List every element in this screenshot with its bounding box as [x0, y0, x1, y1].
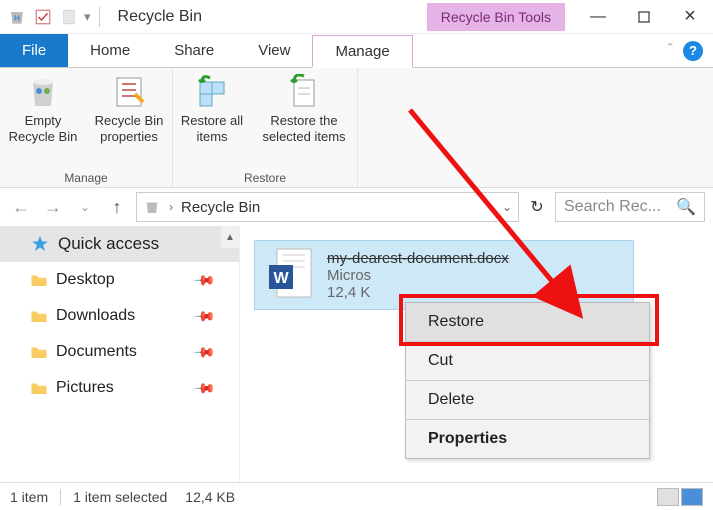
tab-home[interactable]: Home [68, 34, 152, 67]
ribbon: Empty Recycle Bin Recycle Bin properties… [0, 68, 713, 188]
navigation-bar: ← → ⌄ ↑ › Recycle Bin ⌄ ↻ Search Rec... … [0, 188, 713, 226]
folder-icon [30, 344, 48, 360]
maximize-button[interactable] [621, 0, 667, 34]
sidebar-item-documents[interactable]: Documents 📌 [0, 334, 239, 370]
folder-icon [30, 380, 48, 396]
context-menu-properties[interactable]: Properties [406, 420, 649, 458]
forward-button[interactable]: → [40, 194, 66, 220]
context-menu-delete[interactable]: Delete [406, 381, 649, 420]
file-item-selected[interactable]: W my-dearest-document.docx Micros 12,4 K [254, 240, 634, 310]
recent-locations-button[interactable]: ⌄ [72, 194, 98, 220]
svg-text:W: W [273, 270, 289, 287]
close-button[interactable]: × [667, 0, 713, 34]
search-box[interactable]: Search Rec... 🔍 [555, 192, 705, 222]
up-button[interactable]: ↑ [104, 194, 130, 220]
pin-icon: 📌 [192, 304, 216, 328]
sidebar-item-desktop[interactable]: Desktop 📌 [0, 262, 239, 298]
separator [60, 489, 61, 505]
navigation-pane: ▲ Quick access Desktop 📌 Downloads 📌 Doc… [0, 226, 240, 482]
checkbox-icon[interactable] [32, 6, 54, 28]
status-bar: 1 item 1 item selected 12,4 KB [0, 482, 713, 510]
search-placeholder: Search Rec... [564, 198, 670, 216]
address-bar[interactable]: › Recycle Bin ⌄ [136, 192, 519, 222]
folder-icon [30, 308, 48, 324]
minimize-button[interactable]: — [575, 0, 621, 34]
ribbon-group-manage: Manage [0, 169, 172, 187]
recycle-bin-icon [143, 198, 161, 216]
folder-icon [30, 272, 48, 288]
tab-file[interactable]: File [0, 34, 68, 67]
context-menu-cut[interactable]: Cut [406, 342, 649, 381]
restore-selected-items-button[interactable]: Restore the selected items [251, 68, 357, 169]
tiles-view-button[interactable] [681, 488, 703, 506]
status-size: 12,4 KB [185, 489, 235, 505]
refresh-button[interactable]: ↻ [525, 195, 549, 219]
star-icon [30, 234, 50, 254]
recycle-bin-properties-button[interactable]: Recycle Bin properties [86, 68, 172, 169]
document-icon[interactable] [58, 6, 80, 28]
address-location: Recycle Bin [181, 199, 260, 216]
collapse-ribbon-icon[interactable]: ˆ [668, 42, 673, 60]
sidebar-item-label: Pictures [56, 379, 114, 397]
file-size: 12,4 K [327, 284, 509, 301]
sidebar-item-label: Documents [56, 343, 137, 361]
quick-access-label: Quick access [58, 234, 159, 254]
word-doc-icon: W [265, 247, 315, 303]
recycle-bin-icon [6, 6, 28, 28]
context-menu: Restore Cut Delete Properties [405, 302, 650, 459]
details-view-button[interactable] [657, 488, 679, 506]
file-name: my-dearest-document.docx [327, 250, 509, 267]
context-menu-restore[interactable]: Restore [406, 303, 649, 342]
tab-manage[interactable]: Manage [312, 35, 412, 68]
sidebar-item-downloads[interactable]: Downloads 📌 [0, 298, 239, 334]
pin-icon: 📌 [192, 340, 216, 364]
status-item-count: 1 item [10, 489, 48, 505]
tab-share[interactable]: Share [152, 34, 236, 67]
pin-icon: 📌 [192, 268, 216, 292]
restore-selected-label: Restore the selected items [255, 113, 353, 144]
properties-label: Recycle Bin properties [90, 113, 168, 144]
file-type: Micros [327, 267, 371, 284]
sidebar-item-label: Desktop [56, 271, 115, 289]
restore-all-items-button[interactable]: Restore all items [173, 68, 251, 169]
scroll-up-button[interactable]: ▲ [221, 226, 239, 248]
sidebar-item-pictures[interactable]: Pictures 📌 [0, 370, 239, 406]
view-mode-buttons [657, 488, 703, 506]
quick-access[interactable]: Quick access [0, 226, 239, 262]
pin-icon: 📌 [192, 376, 216, 400]
ribbon-group-restore: Restore [173, 169, 357, 187]
restore-all-label: Restore all items [177, 113, 247, 144]
search-icon: 🔍 [676, 197, 696, 217]
contextual-tab-label: Recycle Bin Tools [427, 3, 565, 31]
quick-access-toolbar: ▾ [0, 6, 110, 28]
ribbon-tabs: File Home Share View Manage ˆ ? [0, 34, 713, 68]
title-bar: ▾ Recycle Bin Recycle Bin Tools — × [0, 0, 713, 34]
chevron-down-icon[interactable]: ⌄ [502, 200, 512, 214]
help-button[interactable]: ? [683, 41, 703, 61]
empty-recycle-bin-button[interactable]: Empty Recycle Bin [0, 68, 86, 169]
chevron-right-icon: › [169, 200, 173, 214]
empty-recycle-bin-label: Empty Recycle Bin [4, 113, 82, 144]
back-button[interactable]: ← [8, 194, 34, 220]
status-selected: 1 item selected [73, 489, 167, 505]
tab-view[interactable]: View [236, 34, 312, 67]
sidebar-item-label: Downloads [56, 307, 135, 325]
window-title: Recycle Bin [118, 8, 202, 26]
